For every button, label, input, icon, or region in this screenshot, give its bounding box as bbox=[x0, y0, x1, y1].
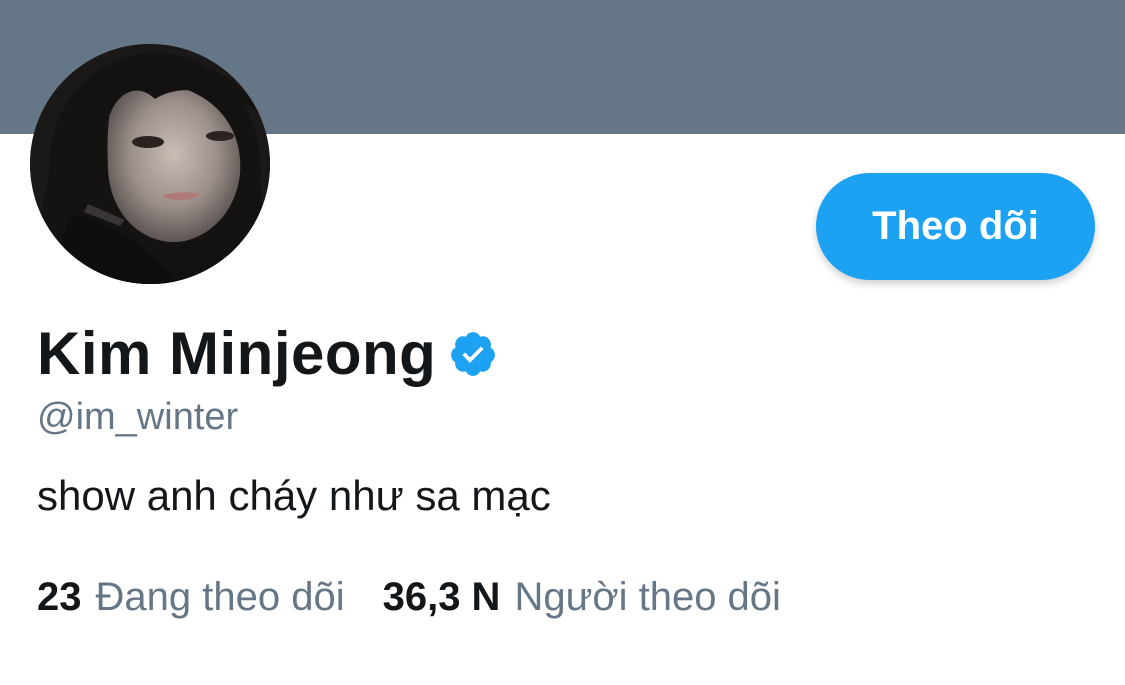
verified-badge-icon bbox=[448, 329, 498, 379]
profile-avatar[interactable] bbox=[30, 44, 270, 284]
follow-button[interactable]: Theo dõi bbox=[816, 173, 1095, 280]
following-stat[interactable]: 23 Đang theo dõi bbox=[37, 572, 345, 622]
profile-name-row: Kim Minjeong bbox=[37, 318, 498, 390]
profile-display-name: Kim Minjeong bbox=[37, 320, 437, 387]
followers-label: Người theo dõi bbox=[514, 575, 781, 619]
avatar-photo bbox=[30, 44, 270, 284]
following-count: 23 bbox=[37, 575, 82, 619]
followers-stat[interactable]: 36,3 N Người theo dõi bbox=[383, 572, 781, 622]
profile-stats: 23 Đang theo dõi 36,3 N Người theo dõi bbox=[37, 572, 781, 622]
following-label: Đang theo dõi bbox=[95, 575, 345, 619]
followers-count: 36,3 N bbox=[382, 575, 501, 619]
profile-handle: @im_winter bbox=[37, 396, 239, 438]
profile-bio: show anh cháy như sa mạc bbox=[37, 472, 551, 519]
